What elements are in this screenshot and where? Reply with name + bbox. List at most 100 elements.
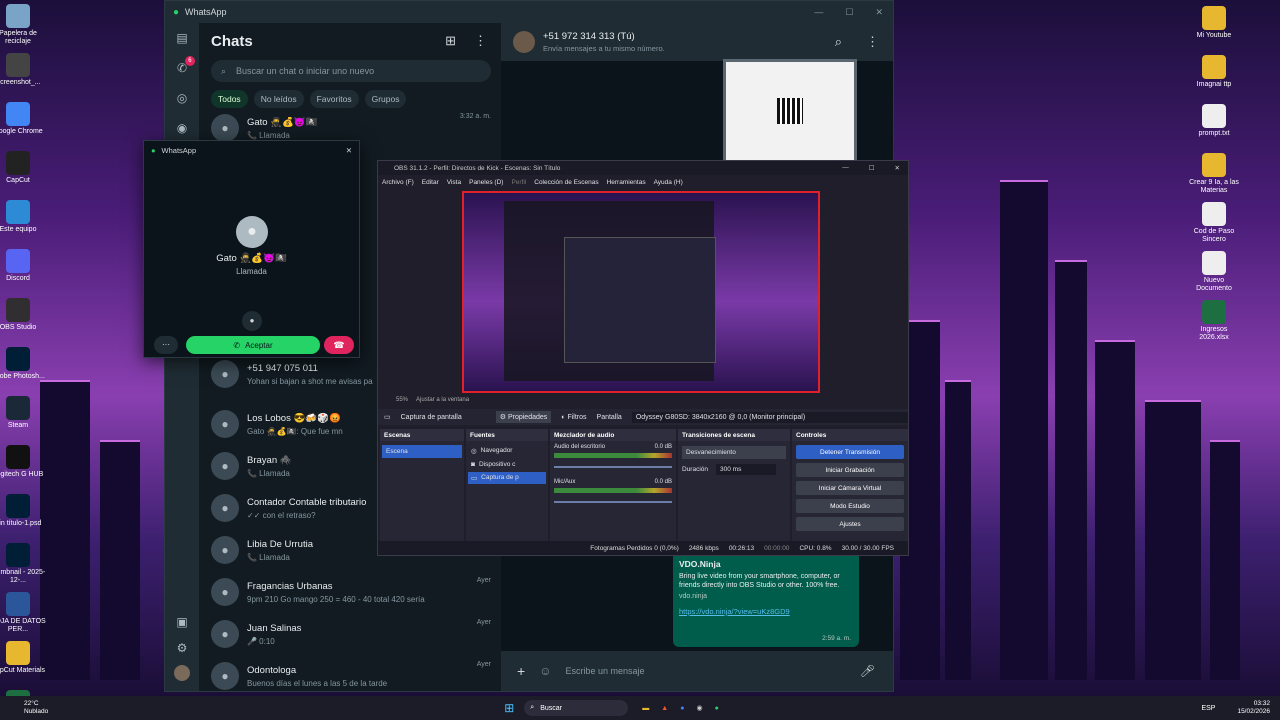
mute-icon[interactable]: ● xyxy=(242,311,262,331)
desktop-icon[interactable]: Screenshot_... xyxy=(0,53,46,87)
desktop-icon[interactable]: Imagnai ttp xyxy=(1186,55,1242,89)
profile-avatar[interactable] xyxy=(174,665,190,681)
desktop-icon[interactable]: CapCut xyxy=(0,151,46,185)
screen-capture-icon: ▭ xyxy=(471,475,478,482)
desktop-icon[interactable]: Steam xyxy=(0,396,46,430)
desktop-icon[interactable]: CapCut Materials xyxy=(0,641,46,675)
accept-call-button[interactable]: ✆ Aceptar xyxy=(186,336,320,354)
clock[interactable]: 03:32 15/02/2026 xyxy=(1237,700,1280,716)
obs-menu-item[interactable]: Vista xyxy=(447,179,461,186)
properties-button[interactable]: ⚙ Propiedades xyxy=(495,411,552,423)
calls-icon[interactable]: ✆ 6 xyxy=(177,56,195,75)
obs-control-button[interactable]: Modo Estudio xyxy=(796,499,904,513)
message-link[interactable]: https://vdo.ninja/?view=uKz8GD9 xyxy=(679,607,853,616)
display-select[interactable]: Odyssey G80SD: 3840x2160 @ 0,0 (Monitor … xyxy=(631,411,908,423)
message-title: VDO.Ninja xyxy=(679,559,721,569)
close-icon[interactable]: ✕ xyxy=(346,146,352,155)
desktop-icon[interactable]: Este equipo xyxy=(0,200,46,234)
zoom-level[interactable]: 55% xyxy=(396,397,408,403)
scene-item[interactable]: Escena xyxy=(382,445,462,458)
desktop-icon[interactable]: Google Chrome xyxy=(0,102,46,136)
search-icon[interactable]: ⌕ xyxy=(835,34,842,50)
transition-select[interactable]: Desvanecimiento xyxy=(682,446,786,459)
maximize-icon[interactable]: ☐ xyxy=(845,7,853,18)
obs-control-button[interactable]: Ajustes xyxy=(796,517,904,531)
decline-call-button[interactable]: ☎ xyxy=(324,336,354,354)
receipt-image-message[interactable] xyxy=(723,59,857,163)
desktop-icon[interactable]: Crear 9 Ia, a las Materias xyxy=(1186,153,1242,195)
conversation-header[interactable]: +51 972 314 313 (Tú) Envía mensajes a tu… xyxy=(501,23,893,61)
desktop-icon[interactable]: OBS Studio xyxy=(0,298,46,332)
channels-icon[interactable]: ◉ xyxy=(177,121,187,135)
taskbar-search[interactable]: ⌕ Buscar xyxy=(524,700,629,716)
obs-menu-item[interactable]: Paneles (D) xyxy=(469,179,503,186)
obs-menu-item[interactable]: Editar xyxy=(422,179,439,186)
menu-icon[interactable]: ⋮ xyxy=(866,34,879,50)
obs-menu-item[interactable]: Herramientas xyxy=(607,179,646,186)
desktop-icon-label: CapCut Materials xyxy=(0,667,46,674)
volume-slider[interactable] xyxy=(554,501,672,503)
obs-preview-canvas[interactable] xyxy=(462,191,820,393)
obs-control-button[interactable]: Detener Transmisión xyxy=(796,445,904,459)
chat-list-item[interactable]: ● Fragancias Urbanas 9pm 210 Go mango 250 … xyxy=(199,571,501,613)
source-item[interactable]: ◎ Navegador xyxy=(468,445,546,457)
lang-indicator[interactable]: ESP xyxy=(1201,705,1215,712)
close-icon[interactable]: ✕ xyxy=(875,7,883,18)
folder-icon xyxy=(1202,153,1226,177)
obs-taskbar-icon[interactable]: ◉ xyxy=(696,704,702,712)
duration-input[interactable]: 300 ms xyxy=(716,464,777,475)
chat-list-item[interactable]: ● Juan Salinas 🎤 0:10 Ayer xyxy=(199,613,501,655)
brave-icon[interactable]: ▲ xyxy=(661,705,668,712)
weather-widget[interactable]: 22°C Nublado xyxy=(0,700,48,716)
source-item[interactable]: ◙ Dispositivo c xyxy=(468,459,546,470)
desktop-icon[interactable]: Logitech G HUB xyxy=(0,445,46,479)
message-input[interactable]: Escribe un mensaje xyxy=(565,666,845,676)
desktop-icon[interactable]: Papelera de reciclaje xyxy=(0,4,46,46)
source-name: Captura de pantalla xyxy=(400,413,462,421)
zoom-fit[interactable]: Ajustar a la ventana xyxy=(416,397,469,403)
emoji-icon[interactable]: ☺ xyxy=(539,664,551,678)
obs-control-button[interactable]: Iniciar Cámara Virtual xyxy=(796,481,904,495)
desktop-icon[interactable]: prompt.txt xyxy=(1186,104,1242,138)
controls-panel: Controles Detener Transmisión Iniciar Gra… xyxy=(792,429,908,541)
folder-icon xyxy=(1202,6,1226,30)
settings-icon[interactable]: ⚙ xyxy=(177,641,188,655)
desktop-icon[interactable]: Nuevo Documento xyxy=(1186,251,1242,293)
chats-icon[interactable]: ▤ xyxy=(176,31,187,45)
plus-icon[interactable]: + xyxy=(517,663,525,679)
volume-slider[interactable] xyxy=(554,466,672,468)
desktop-icon[interactable]: HOJA DE DATOS PER... xyxy=(0,592,46,634)
file-explorer-icon[interactable]: ▬ xyxy=(642,705,649,712)
search-icon: ⌕ xyxy=(530,704,535,711)
whatsapp-taskbar-icon[interactable]: ● xyxy=(715,705,719,712)
status-icon[interactable]: ◎ xyxy=(177,91,187,105)
obs-menu-item[interactable]: Ayuda (H) xyxy=(654,179,683,186)
windows-start-icon[interactable]: ⊞ xyxy=(504,701,514,715)
desktop-icon[interactable]: thumbnail - 2025-12-... xyxy=(0,543,46,585)
desktop-icon[interactable]: Mi Youtube xyxy=(1186,6,1242,40)
desktop-icon[interactable]: Ingresos 2026.xlsx xyxy=(1186,300,1242,342)
desktop-icon[interactable]: Cod de Paso Sincero xyxy=(1186,202,1242,244)
more-options-button[interactable]: ··· xyxy=(154,336,178,354)
minimize-icon[interactable]: — xyxy=(842,164,849,172)
desktop-icon[interactable]: Discord xyxy=(0,249,46,283)
filters-button[interactable]: ◐ Filtros xyxy=(561,414,586,421)
whatsapp-logo-icon: ● xyxy=(173,6,180,18)
obs-control-button[interactable]: Iniciar Grabación xyxy=(796,463,904,477)
minimize-icon[interactable]: — xyxy=(814,7,823,18)
obs-menu-item[interactable]: Perfil xyxy=(511,179,526,186)
media-icon[interactable]: ▣ xyxy=(176,615,187,629)
source-item[interactable]: ▭ Captura de p xyxy=(468,472,546,484)
obs-menu-item[interactable]: Colección de Escenas xyxy=(534,179,598,186)
link-message[interactable]: VDO.Ninja Bring live video from your sma… xyxy=(673,551,859,647)
desktop-icon[interactable]: Sin título-1.psd xyxy=(0,494,46,528)
chrome-icon[interactable]: ● xyxy=(680,705,684,712)
scenes-panel: Escenas Escena xyxy=(380,429,464,541)
close-icon[interactable]: ✕ xyxy=(895,164,900,172)
chat-list-item[interactable]: ● Odontologa Buenos días el lunes a las 5 … xyxy=(199,655,501,697)
microphone-icon[interactable]: 🎤︎ xyxy=(860,664,875,678)
desktop-icon[interactable]: Adobe Photosh... xyxy=(0,347,46,381)
bitrate: 2486 kbps xyxy=(688,544,719,552)
obs-menu-item[interactable]: Archivo (F) xyxy=(382,179,414,186)
maximize-icon[interactable]: ☐ xyxy=(869,164,875,172)
